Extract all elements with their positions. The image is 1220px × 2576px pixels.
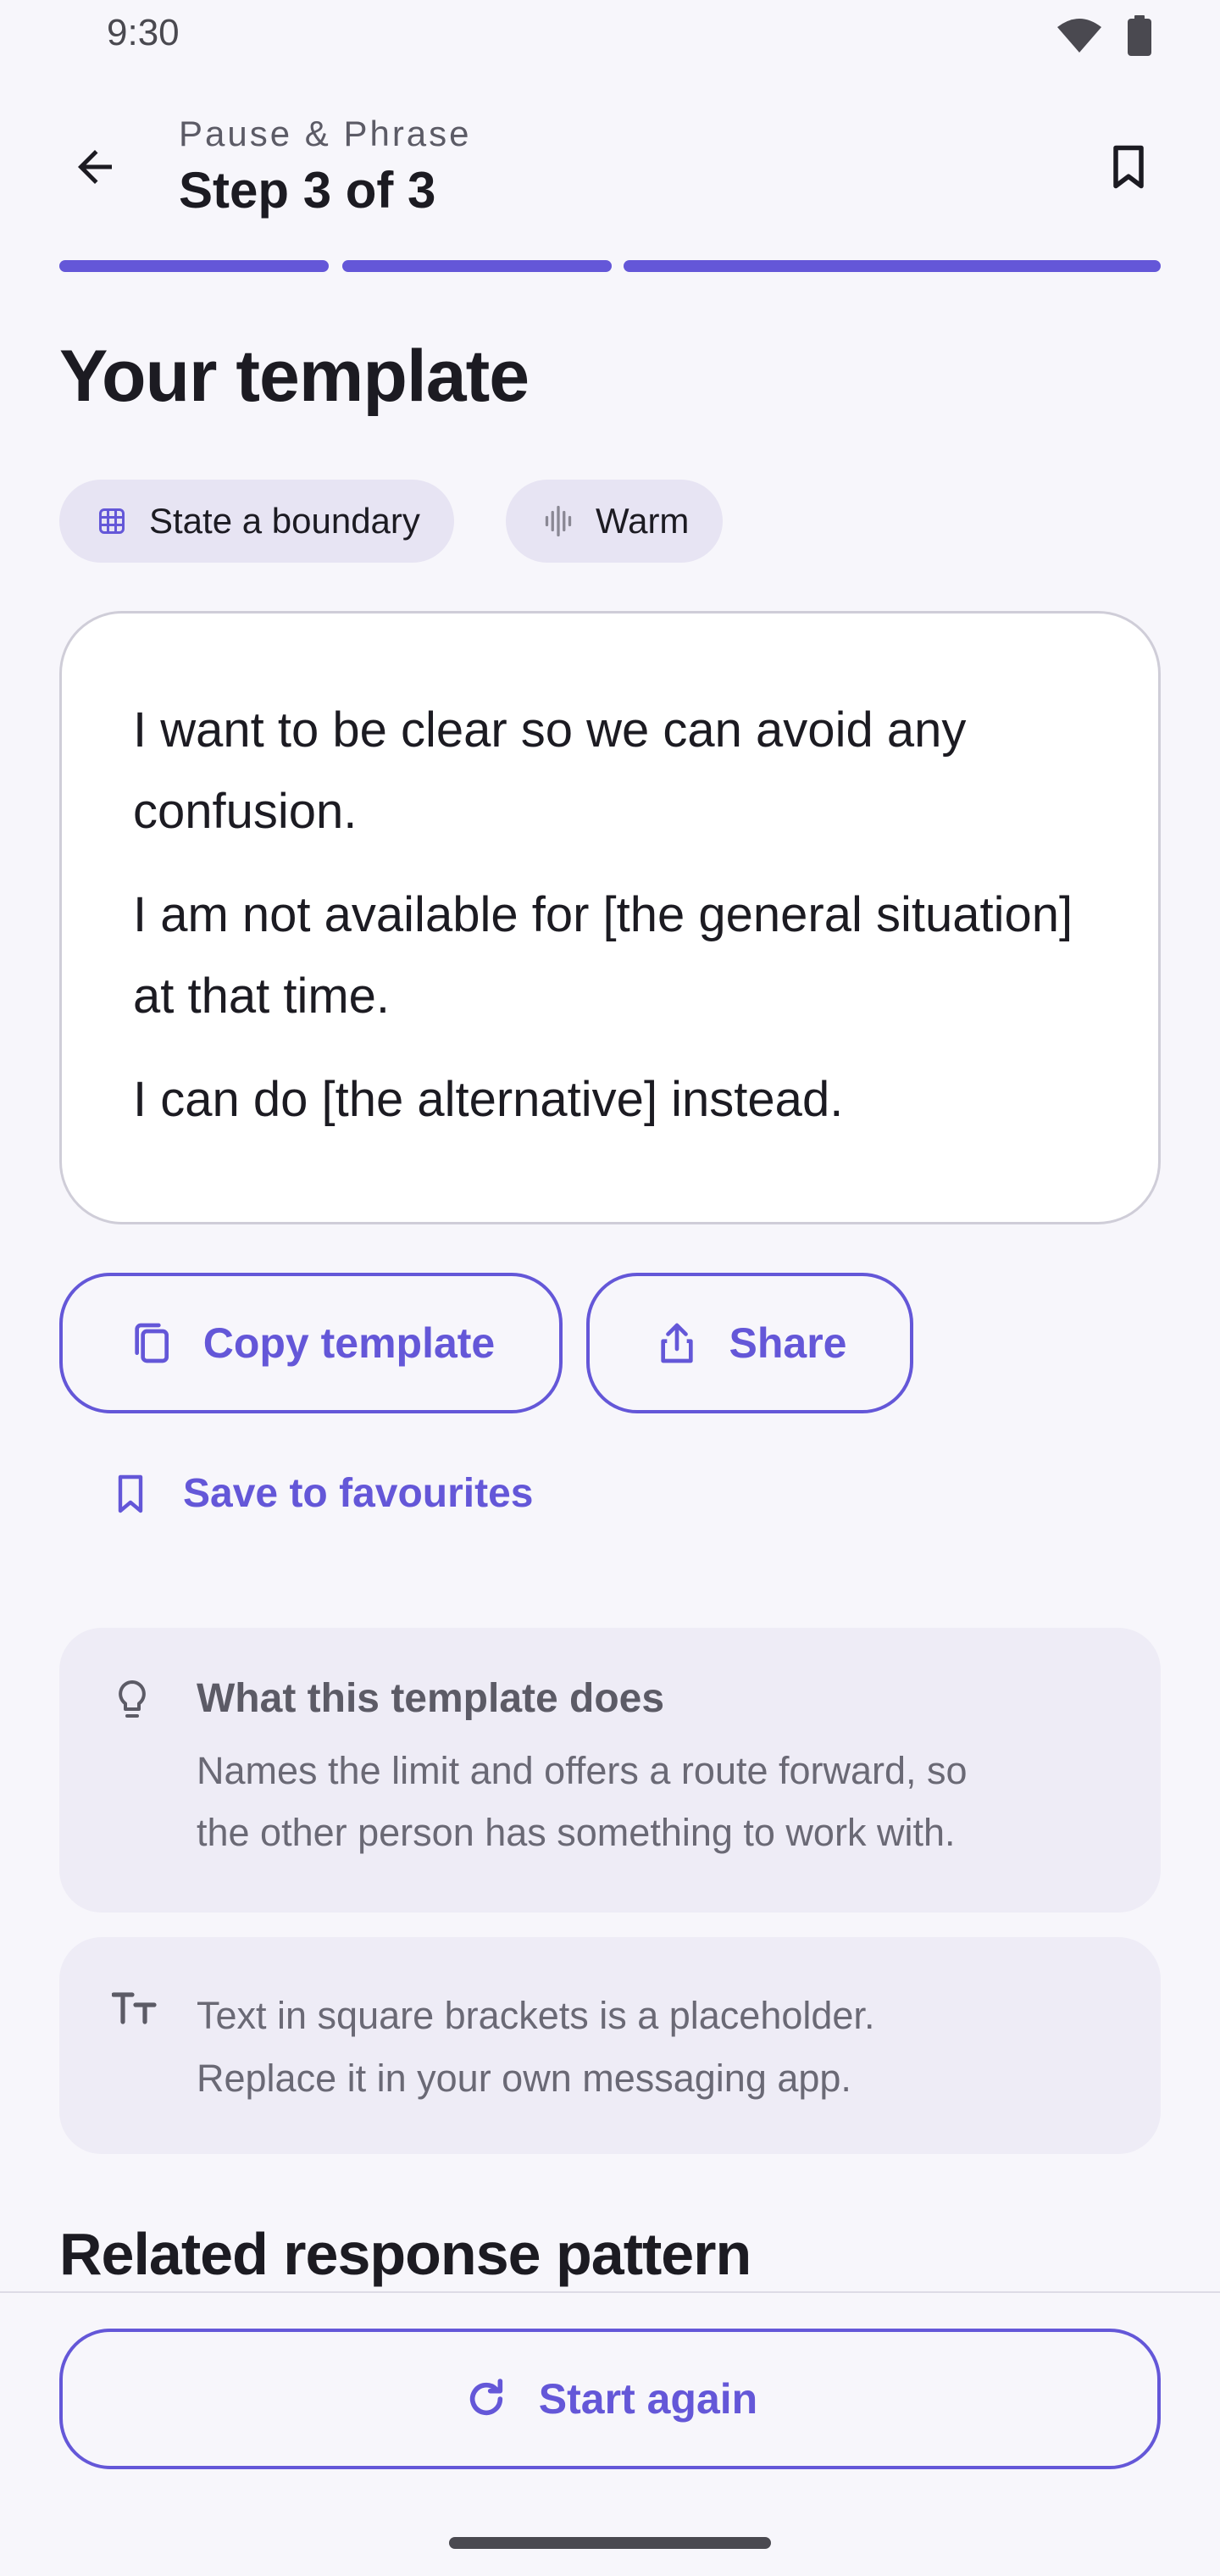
screen: 9:30 Pause & Phrase Step 3 of 3 Your tem… [0, 0, 1220, 2576]
chip-tone-label: Warm [596, 501, 690, 541]
save-to-favourites-label: Save to favourites [183, 1471, 534, 1516]
template-line-2: I am not available for [the general situ… [133, 887, 1073, 1024]
share-label: Share [729, 1319, 847, 1367]
progress-segment-1 [59, 260, 329, 272]
template-line-3: I can do [the alternative] instead. [133, 1072, 844, 1127]
info-placeholder-line-1: Text in square brackets is a placeholder… [197, 1994, 875, 2037]
bookmark-icon [118, 1474, 143, 1513]
app-name: Pause & Phrase [179, 114, 472, 153]
home-indicator[interactable] [449, 2537, 771, 2549]
share-button[interactable]: Share [586, 1273, 913, 1413]
info-purpose-title: What this template does [197, 1676, 665, 1721]
start-again-button[interactable]: Start again [59, 2329, 1161, 2469]
progress-segment-2 [342, 260, 612, 272]
template-line-1: I want to be clear so we can avoid any c… [133, 702, 967, 839]
bookmark-icon [1113, 145, 1144, 189]
chip-intent[interactable]: State a boundary [59, 480, 454, 563]
grid-icon [99, 508, 125, 534]
arrow-left-icon [78, 150, 112, 184]
section-heading: Your template [59, 336, 530, 417]
waveform-icon [545, 505, 572, 537]
page-title: Step 3 of 3 [179, 162, 436, 219]
step-progress [59, 260, 1161, 272]
info-card-purpose: What this template does Names the limit … [59, 1628, 1161, 1913]
info-purpose-line-1: Names the limit and offers a route forwa… [197, 1749, 968, 1792]
status-icons [1056, 15, 1152, 60]
copy-icon [135, 1323, 169, 1363]
back-button[interactable] [59, 131, 130, 203]
progress-segment-3 [624, 260, 1161, 272]
text-size-icon [112, 1992, 157, 2024]
bottom-action-bar: Start again [0, 2291, 1220, 2576]
copy-template-label: Copy template [202, 1319, 496, 1367]
save-to-favourites-button[interactable]: Save to favourites [110, 1470, 533, 1517]
status-bar: 9:30 [0, 0, 1220, 73]
start-again-label: Start again [538, 2375, 758, 2423]
battery-icon [1127, 15, 1152, 60]
chip-tone[interactable]: Warm [506, 480, 724, 563]
info-card-placeholder: Text in square brackets is a placeholder… [59, 1937, 1161, 2154]
info-purpose-line-2: the other person has something to work w… [197, 1811, 956, 1854]
info-placeholder-line-2: Replace it in your own messaging app. [197, 2057, 851, 2100]
refresh-icon [469, 2379, 502, 2416]
chip-intent-label: State a boundary [149, 501, 420, 541]
related-pattern-heading: Related response pattern [59, 2221, 751, 2287]
copy-template-button[interactable]: Copy template [59, 1273, 563, 1413]
bookmark-button[interactable] [1093, 131, 1164, 203]
share-icon [660, 1323, 693, 1363]
status-time: 9:30 [107, 12, 180, 53]
lightbulb-icon [119, 1680, 146, 1718]
wifi-icon [1056, 17, 1103, 58]
template-card: I want to be clear so we can avoid any c… [59, 611, 1161, 1224]
